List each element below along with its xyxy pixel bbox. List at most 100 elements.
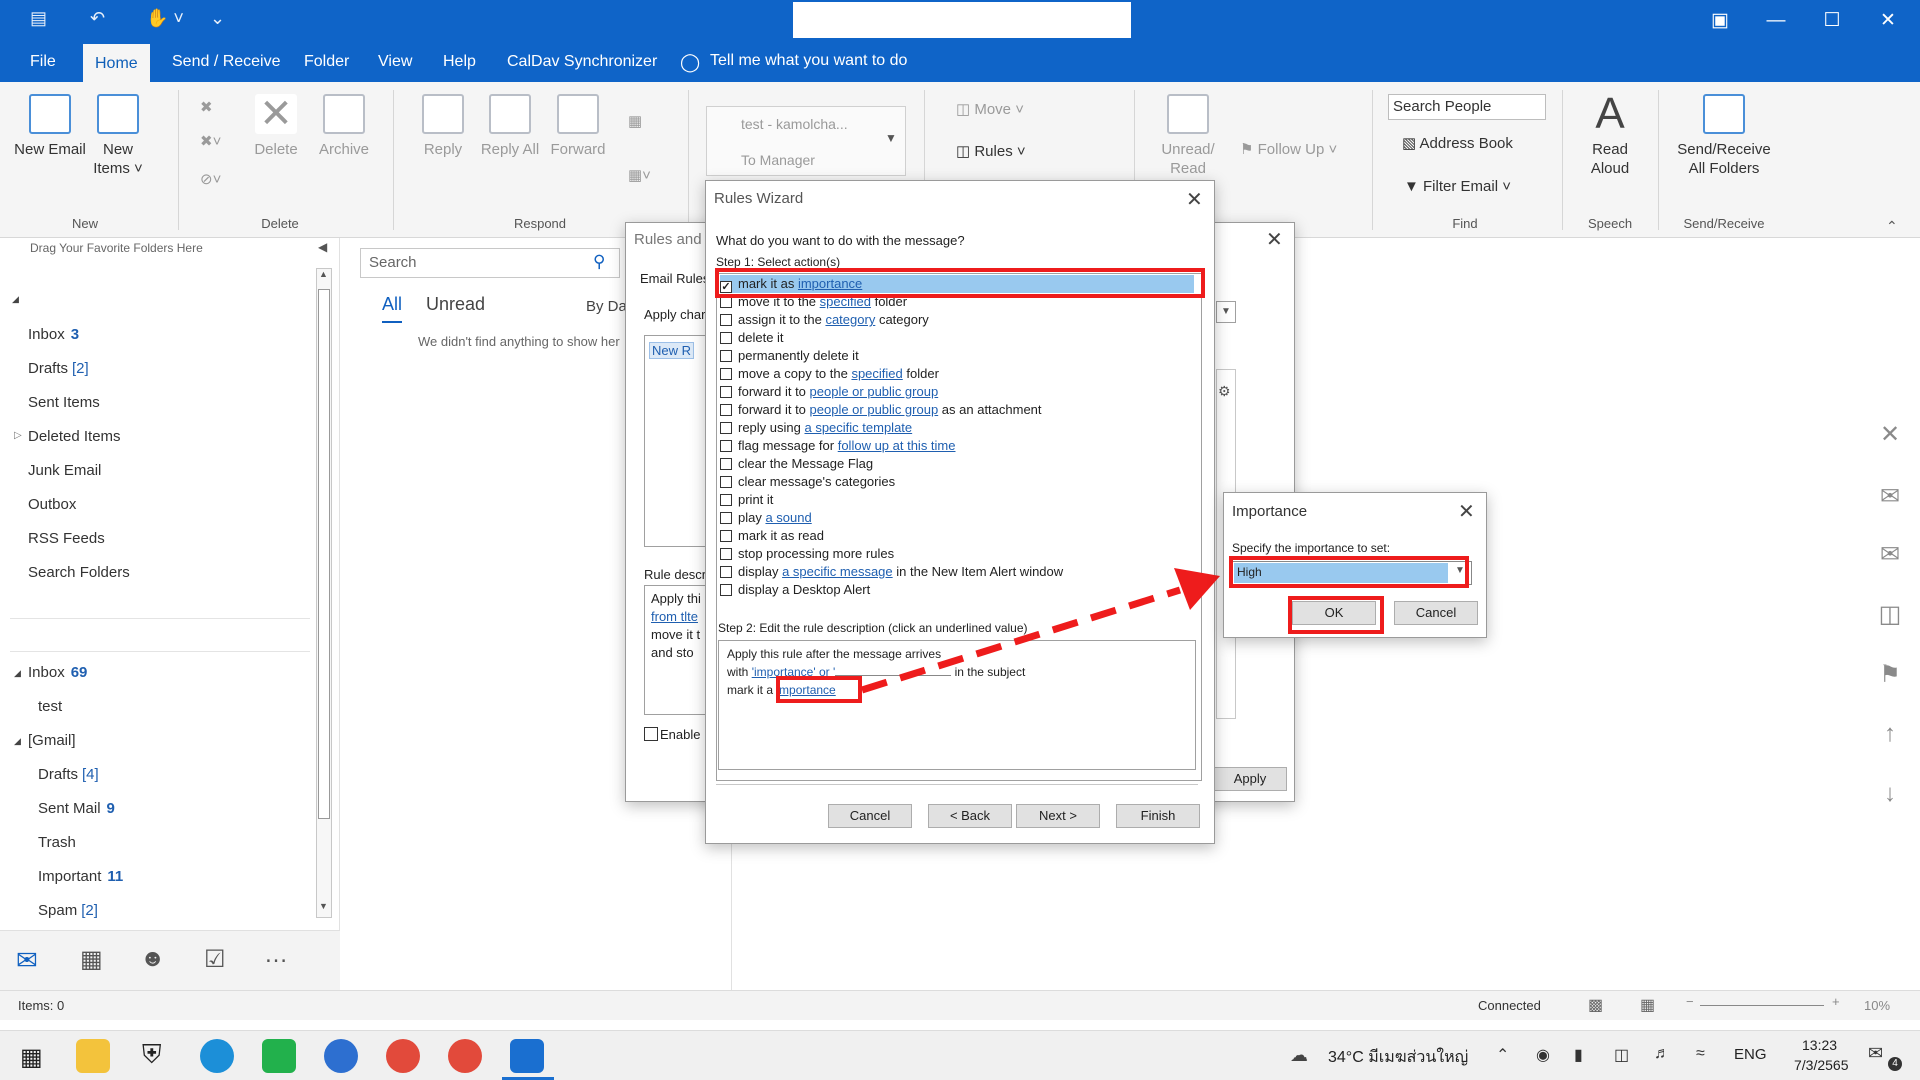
folder-inbox-2[interactable]: Inbox 69: [28, 664, 87, 681]
customize-icon[interactable]: ⌄: [210, 8, 225, 29]
tab-caldav[interactable]: CalDav Synchronizer: [495, 42, 669, 82]
chrome-profile-icon[interactable]: [448, 1039, 482, 1073]
more-icon[interactable]: …: [264, 941, 288, 969]
action-checkbox[interactable]: [720, 476, 732, 488]
outlook-icon[interactable]: [510, 1039, 544, 1073]
action-desktop-alert[interactable]: display a Desktop Alert: [720, 581, 870, 599]
tray-chevron-icon[interactable]: ⌃: [1496, 1045, 1509, 1065]
rule-options-icon[interactable]: ⚙: [1218, 383, 1231, 400]
action-checkbox[interactable]: [720, 548, 732, 560]
search-icon[interactable]: ⚲: [593, 252, 605, 272]
filter-email-button[interactable]: ▼ Filter Email ˅: [1404, 178, 1511, 195]
new-rule-button[interactable]: New R: [649, 342, 695, 359]
apply-button[interactable]: Apply: [1213, 767, 1287, 791]
wizard-next-button[interactable]: Next >: [1016, 804, 1100, 828]
meet-icon[interactable]: ◉: [1536, 1045, 1550, 1065]
close-reading-icon[interactable]: ✕: [1876, 420, 1904, 448]
search-input[interactable]: Search: [369, 254, 417, 271]
new-items-button[interactable]: New Items ˅: [88, 94, 148, 178]
down-arrow-icon[interactable]: ↓: [1876, 780, 1904, 808]
action-mark-read[interactable]: mark it as read: [720, 527, 824, 545]
action-assign-category[interactable]: assign it to the category category: [720, 311, 929, 329]
action-center-icon[interactable]: ✉: [1868, 1043, 1883, 1064]
wizard-cancel-button[interactable]: Cancel: [828, 804, 912, 828]
tab-home[interactable]: Home: [83, 44, 150, 82]
reading-view-icon[interactable]: ▦: [1640, 995, 1655, 1015]
action-checkbox[interactable]: [720, 404, 732, 416]
collapse-pane-icon[interactable]: ◀: [318, 240, 327, 254]
forward-button[interactable]: Forward: [546, 94, 610, 159]
action-checkbox[interactable]: [720, 566, 732, 578]
tab-help[interactable]: Help: [431, 42, 488, 82]
up-arrow-icon[interactable]: ↑: [1876, 720, 1904, 748]
rules-alerts-close-icon[interactable]: ✕: [1266, 227, 1283, 252]
action-checkbox[interactable]: [720, 422, 732, 434]
touch-mode-icon[interactable]: ✋ ˅: [146, 8, 184, 29]
folder-rss-feeds[interactable]: RSS Feeds: [28, 530, 105, 547]
quick-steps-expand-icon[interactable]: ▼: [885, 131, 897, 145]
weather-icon[interactable]: ☁: [1290, 1045, 1308, 1066]
action-permanently-delete[interactable]: permanently delete it: [720, 347, 859, 365]
sort-by[interactable]: By Da: [586, 298, 627, 315]
collapse-ribbon-icon[interactable]: ⌃: [1886, 218, 1898, 235]
action-forward-attachment[interactable]: forward it to people or public group as …: [720, 401, 1042, 419]
archive-button[interactable]: Archive: [314, 94, 374, 159]
wizard-back-button[interactable]: < Back: [928, 804, 1012, 828]
read-aloud-button[interactable]: A Read Aloud: [1578, 92, 1642, 178]
reply-button[interactable]: Reply: [412, 94, 474, 159]
edge-icon[interactable]: [200, 1039, 234, 1073]
folder-search-folders[interactable]: Search Folders: [28, 564, 130, 581]
zoom-slider[interactable]: [1700, 1005, 1824, 1006]
security-icon[interactable]: ⛨: [142, 1039, 162, 1071]
zoom-out-icon[interactable]: −: [1686, 994, 1694, 1009]
close-icon[interactable]: ✕: [1868, 6, 1908, 36]
junk-icon[interactable]: ⊘˅: [200, 170, 221, 188]
more-respond-icon[interactable]: ▦˅: [628, 166, 651, 184]
expand-inbox-icon[interactable]: ◢: [14, 668, 21, 679]
folder-gmail-drafts[interactable]: Drafts [4]: [38, 766, 99, 783]
language-indicator[interactable]: ENG: [1734, 1046, 1767, 1063]
filter-unread[interactable]: Unread: [426, 294, 485, 315]
clock-date[interactable]: 7/3/2565: [1794, 1057, 1849, 1073]
delete-button[interactable]: ✕ Delete: [248, 94, 304, 159]
expand-account-icon[interactable]: ◢: [12, 294, 19, 305]
folder-drafts[interactable]: Drafts [2]: [28, 360, 89, 377]
new-email-button[interactable]: New Email: [14, 94, 86, 159]
action-checkbox[interactable]: [720, 386, 732, 398]
maximize-icon[interactable]: ☐: [1812, 6, 1852, 36]
windows-start-icon[interactable]: ▦: [20, 1043, 43, 1072]
address-book-button[interactable]: ▧ Address Book: [1402, 134, 1513, 152]
volume-icon[interactable]: ♬: [1654, 1045, 1670, 1063]
send-receive-all-button[interactable]: Send/Receive All Folders: [1672, 94, 1776, 178]
battery-icon[interactable]: ▮: [1574, 1045, 1583, 1065]
action-print[interactable]: print it: [720, 491, 773, 509]
chrome-icon[interactable]: [386, 1039, 420, 1073]
tab-view[interactable]: View: [366, 42, 424, 82]
rules-wizard-close-icon[interactable]: ✕: [1186, 187, 1203, 212]
folder-sent-mail[interactable]: Sent Mail 9: [38, 800, 115, 817]
action-move-copy[interactable]: move a copy to the specified folder: [720, 365, 939, 383]
zoom-in-icon[interactable]: +: [1832, 994, 1840, 1009]
weather-text[interactable]: 34°C มีเมฆส่วนใหญ่: [1328, 1045, 1468, 1070]
cleanup-icon[interactable]: ✖˅: [200, 132, 221, 150]
folder-important[interactable]: Important 11: [38, 868, 123, 885]
action-checkbox[interactable]: [720, 584, 732, 596]
move-side-icon[interactable]: ◫: [1876, 600, 1904, 628]
filter-all[interactable]: All: [382, 294, 403, 323]
file-explorer-icon[interactable]: [76, 1039, 110, 1073]
reply-all-button[interactable]: Reply All: [478, 94, 542, 159]
normal-view-icon[interactable]: ▩: [1588, 995, 1603, 1015]
title-search-box[interactable]: [793, 2, 1131, 38]
action-checkbox[interactable]: [720, 530, 732, 542]
search-people-input[interactable]: Search People: [1388, 94, 1546, 120]
account-dropdown-icon[interactable]: ▼: [1216, 301, 1236, 323]
folder-test[interactable]: test: [38, 698, 62, 715]
action-delete[interactable]: delete it: [720, 329, 784, 347]
mail-icon[interactable]: ✉: [16, 945, 38, 976]
action-checkbox[interactable]: [720, 314, 732, 326]
importance-close-icon[interactable]: ✕: [1458, 499, 1475, 524]
enable-checkbox[interactable]: Enable: [644, 727, 700, 742]
scroll-down-icon[interactable]: ▼: [319, 901, 328, 911]
tab-file[interactable]: File: [18, 42, 68, 82]
action-checkbox[interactable]: [720, 494, 732, 506]
